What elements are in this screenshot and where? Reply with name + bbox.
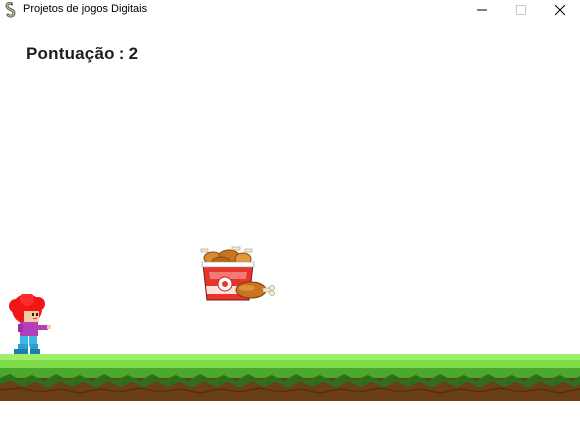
title-bar[interactable]: Projetos de jogos Digitais — [0, 0, 580, 20]
score-display: Pontuação:2 — [26, 44, 138, 64]
maximize-button[interactable] — [501, 0, 541, 20]
pygame-snake-icon — [5, 2, 16, 18]
window-title: Projetos de jogos Digitais — [23, 3, 148, 15]
player-character-sprite — [9, 294, 51, 354]
canvas-bottom-area — [0, 401, 580, 430]
minimize-icon — [477, 9, 487, 11]
game-window: Projetos de jogos Digitais Pontuação:2 — [0, 0, 580, 430]
game-canvas[interactable]: Pontuação:2 — [0, 20, 580, 430]
score-separator: : — [118, 44, 125, 63]
score-value: 2 — [128, 44, 139, 63]
maximize-icon — [516, 5, 526, 15]
chicken-bucket-sprite — [200, 246, 275, 301]
close-icon — [555, 5, 565, 15]
minimize-button[interactable] — [462, 0, 502, 20]
score-label: Pontuação — [26, 44, 115, 63]
ground-terrain — [0, 354, 580, 401]
close-button[interactable] — [540, 0, 580, 20]
